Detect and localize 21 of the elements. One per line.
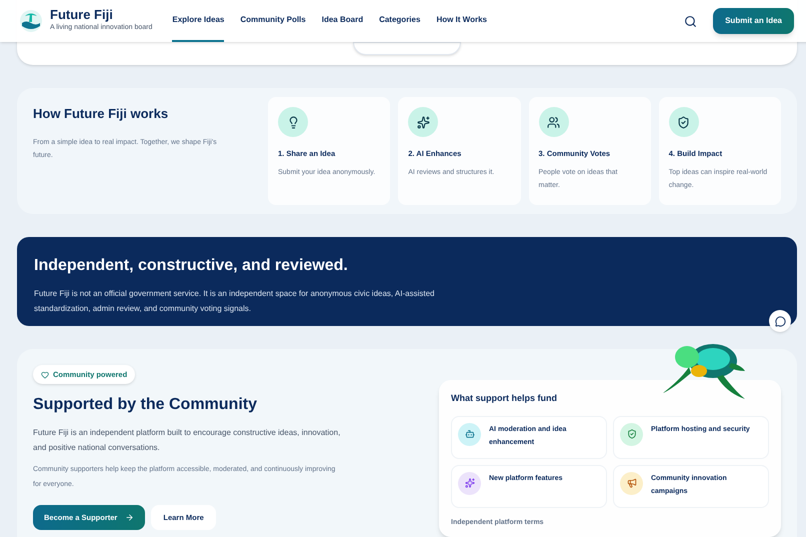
step-icon xyxy=(538,107,568,137)
fund-heading: What support helps fund xyxy=(451,392,558,405)
arrow-right-icon xyxy=(125,513,134,522)
nav-link[interactable]: Idea Board xyxy=(322,0,364,42)
nav-link[interactable]: Community Polls xyxy=(240,0,306,42)
wave-logo-icon xyxy=(20,10,42,32)
step-icon xyxy=(408,107,438,137)
nav-link[interactable]: Categories xyxy=(379,0,420,42)
nav-link[interactable]: How It Works xyxy=(436,0,487,42)
chat-bubble-icon xyxy=(774,316,786,326)
step-icon xyxy=(278,107,308,137)
search-icon[interactable] xyxy=(684,14,698,28)
step-icon xyxy=(668,107,699,137)
brand-name[interactable]: Future Fiji xyxy=(50,8,152,22)
banner-heading: Independent, constructive, and reviewed. xyxy=(34,256,349,276)
community-lead: Future Fiji is an independent platform built to encourage constructive ideas, innovation, and positive national conversations. xyxy=(33,427,342,454)
banner-text: Future Fiji is not an official government service. It is an independent space for anonymous civic ideas, AI-assisted standardization, admin review, and community voting signals. xyxy=(34,288,436,315)
chat-button[interactable] xyxy=(769,310,791,332)
submit-idea-button[interactable]: Submit an Idea xyxy=(713,8,794,34)
section-heading: How Future Fiji works xyxy=(33,105,170,123)
community-heading: Supported by the Community xyxy=(33,395,258,416)
